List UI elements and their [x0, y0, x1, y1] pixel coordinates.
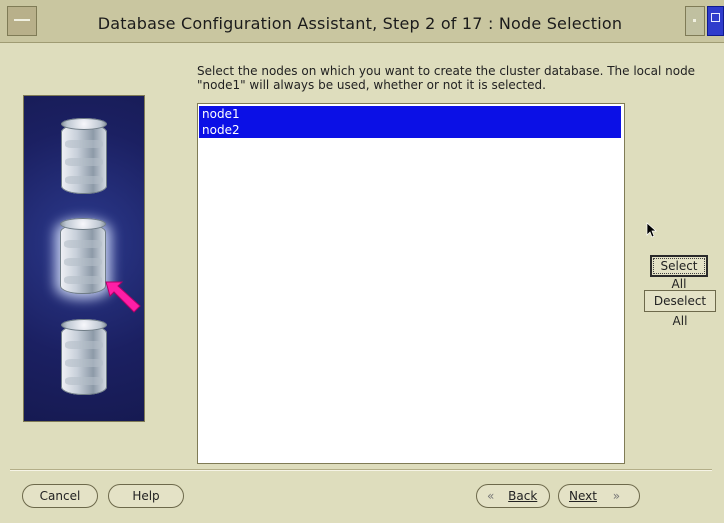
- database-cylinder-top: [61, 319, 107, 331]
- cancel-button[interactable]: Cancel: [22, 484, 98, 508]
- mouse-cursor-icon: [646, 222, 657, 238]
- footer-divider: [10, 469, 712, 471]
- help-button[interactable]: Help: [108, 484, 184, 508]
- database-cylinder-icon: [61, 319, 107, 395]
- help-button-label: Help: [132, 489, 160, 503]
- node-list-item[interactable]: node2: [199, 122, 621, 138]
- window-menu-button[interactable]: [7, 6, 37, 36]
- database-cylinder-icon: [60, 218, 106, 294]
- node-list[interactable]: node1 node2: [197, 103, 625, 464]
- cluster-illustration: [23, 95, 145, 422]
- title-bar: Database Configuration Assistant, Step 2…: [0, 0, 724, 43]
- minimize-icon: [693, 19, 696, 22]
- instructions-text: Select the nodes on which you want to cr…: [197, 64, 696, 92]
- database-cylinder-top: [61, 118, 107, 130]
- select-all-button[interactable]: Select All: [650, 255, 708, 291]
- maximize-button[interactable]: [707, 6, 724, 36]
- window-title: Database Configuration Assistant, Step 2…: [97, 14, 623, 33]
- back-button-label: Back: [508, 489, 538, 503]
- menu-bar-icon: [14, 19, 30, 21]
- next-button[interactable]: Next »: [558, 484, 640, 508]
- minimize-button[interactable]: [685, 6, 705, 36]
- cancel-button-label: Cancel: [39, 489, 81, 503]
- next-chevron-icon: »: [612, 489, 621, 503]
- maximize-icon: [711, 13, 720, 22]
- pointer-arrow-icon: [105, 281, 141, 313]
- dbca-window: Database Configuration Assistant, Step 2…: [0, 0, 724, 523]
- database-cylinder-top: [60, 218, 106, 230]
- database-cylinder-icon: [61, 118, 107, 194]
- node-list-item[interactable]: node1: [199, 106, 621, 122]
- back-button[interactable]: « Back: [476, 484, 550, 508]
- next-button-label: Next: [569, 489, 597, 503]
- deselect-all-button[interactable]: Deselect All: [644, 290, 716, 328]
- back-chevron-icon: «: [487, 489, 495, 503]
